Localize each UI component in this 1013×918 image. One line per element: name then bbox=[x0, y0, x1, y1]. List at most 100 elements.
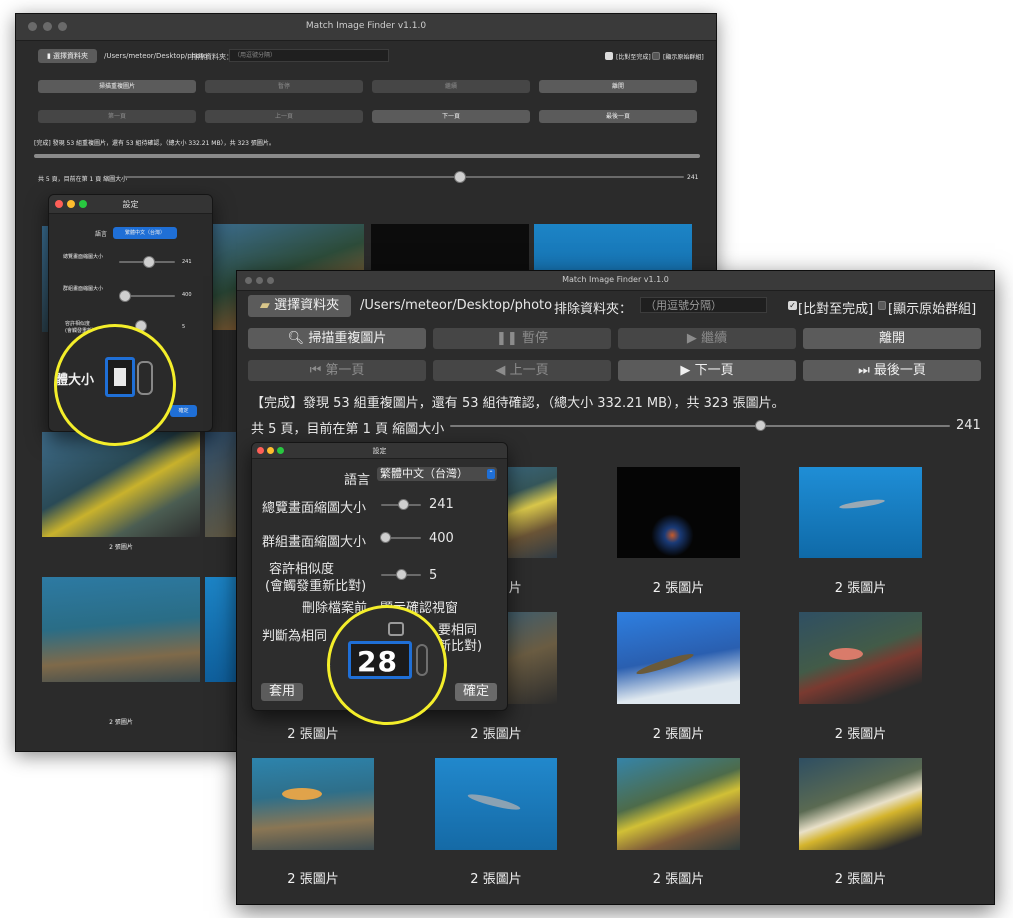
group-thumb-knob[interactable] bbox=[379, 532, 391, 543]
first-page-icon: ⏮ bbox=[309, 363, 322, 378]
show-original-groups-checkbox[interactable] bbox=[878, 301, 886, 310]
folder-icon: ▮ bbox=[46, 52, 51, 60]
back-font-size-label: 體大小 bbox=[55, 373, 95, 388]
leave-button[interactable]: 離開 bbox=[803, 328, 981, 349]
magnifier-icon: 🔍︎ bbox=[287, 331, 305, 346]
thumbnail-image[interactable] bbox=[617, 758, 740, 850]
back-tolerance-value: 5 bbox=[182, 324, 186, 330]
back-font-size-stepper[interactable] bbox=[137, 361, 153, 395]
thumbnail-image[interactable] bbox=[617, 612, 740, 704]
back-exclude-input[interactable]: （用逗號分隔） bbox=[229, 49, 389, 62]
back-prev-page-button[interactable]: 上一頁 bbox=[205, 110, 363, 123]
status-message: 【完成】發現 53 組重複圖片，還有 53 組待確認，（總大小 332.21 M… bbox=[251, 396, 785, 411]
overview-thumb-knob[interactable] bbox=[397, 499, 409, 510]
next-page-button[interactable]: ▶ 下一頁 bbox=[618, 360, 796, 381]
back-overview-knob[interactable] bbox=[143, 256, 155, 268]
back-last-page-button[interactable]: 最後一頁 bbox=[539, 110, 697, 123]
back-show-original-checkbox[interactable] bbox=[652, 52, 660, 60]
thumb-caption: 2 張圖片 bbox=[287, 727, 339, 742]
thumb-caption: 2 張圖片 bbox=[834, 872, 887, 887]
thumbnail-image[interactable] bbox=[799, 612, 922, 704]
delete-confirm-checkbox[interactable] bbox=[388, 622, 404, 636]
fish-shape bbox=[829, 648, 863, 660]
thumbnail-image[interactable] bbox=[252, 758, 374, 850]
back-thumb-size-knob[interactable] bbox=[454, 171, 466, 183]
back-zoom-highlight-circle: 體大小 bbox=[54, 324, 176, 446]
first-page-button[interactable]: ⏮ 第一頁 bbox=[248, 360, 426, 381]
scan-duplicates-button[interactable]: 🔍︎ 掃描重複圖片 bbox=[248, 328, 426, 349]
tolerance-knob[interactable] bbox=[395, 569, 407, 580]
font-size-value: 28 bbox=[357, 645, 398, 678]
apply-button[interactable]: 套用 bbox=[261, 683, 303, 701]
back-ok-button[interactable]: 確定 bbox=[170, 405, 197, 417]
same-rule-label: 判斷為相同 bbox=[262, 629, 328, 644]
select-folder-button[interactable]: ▰ 選擇資料夾 bbox=[248, 295, 351, 317]
thumbnail-image[interactable] bbox=[799, 758, 922, 850]
prev-page-button[interactable]: ◀ 上一頁 bbox=[433, 360, 611, 381]
back-select-folder-button[interactable]: ▮ 選擇資料夾 bbox=[38, 49, 97, 63]
thumbnail-image[interactable] bbox=[435, 758, 557, 850]
last-page-button[interactable]: ⏭ 最後一頁 bbox=[803, 360, 981, 381]
thumb-caption: 2 張圖片 bbox=[287, 872, 339, 887]
back-status-text: [完成] 發現 53 組重複圖片，還有 53 組待確認，（總大小 332.21 … bbox=[34, 140, 275, 147]
font-size-stepper[interactable] bbox=[416, 644, 428, 676]
ok-button[interactable]: 確定 bbox=[455, 683, 497, 701]
settings-title: 設定 bbox=[372, 447, 387, 455]
back-font-size-field[interactable] bbox=[105, 357, 135, 397]
front-window-title: Match Image Finder v1.1.0 bbox=[562, 275, 669, 284]
back-group-knob[interactable] bbox=[119, 290, 131, 302]
back-overview-thumb-label: 總覽畫面縮圖大小 bbox=[63, 254, 104, 260]
continue-button[interactable]: ▶ 繼續 bbox=[618, 328, 796, 349]
next-icon: ▶ bbox=[680, 363, 691, 378]
back-leave-button[interactable]: 離開 bbox=[539, 80, 697, 93]
pause-icon: ❚❚ bbox=[496, 331, 518, 346]
back-settings-title-bar: 設定 bbox=[49, 195, 212, 214]
back-thumbnail[interactable] bbox=[42, 432, 200, 537]
thumb-size-slider-knob[interactable] bbox=[754, 420, 766, 431]
exclude-input[interactable]: （用逗號分隔） bbox=[640, 297, 767, 313]
thumb-caption: 2 張圖片 bbox=[470, 872, 522, 887]
compare-to-end-checkbox[interactable]: ✓ bbox=[788, 301, 797, 310]
delete-confirm-zoomed bbox=[350, 616, 430, 642]
front-title-bar: Match Image Finder v1.1.0 bbox=[237, 271, 994, 291]
back-group-value: 400 bbox=[182, 292, 192, 298]
thumb-size-slider[interactable] bbox=[450, 425, 950, 427]
back-exclude-label: 排除資料夾： bbox=[191, 53, 233, 61]
play-icon: ▶ bbox=[686, 331, 697, 346]
back-next-page-button[interactable]: 下一頁 bbox=[372, 110, 530, 123]
group-thumb-value: 400 bbox=[429, 531, 454, 546]
back-thumbnail[interactable] bbox=[42, 577, 200, 682]
back-title-bar: Match Image Finder v1.1.0 bbox=[16, 14, 716, 41]
back-language-select[interactable]: 繁體中文（台灣） bbox=[113, 227, 177, 239]
thumb-caption: 2 張圖片 bbox=[834, 581, 887, 596]
back-thumb-size-slider[interactable] bbox=[124, 176, 684, 178]
back-compare-label: [比對至完成] bbox=[616, 54, 651, 61]
language-label: 語言 bbox=[344, 473, 371, 488]
folder-icon: ▰ bbox=[259, 298, 270, 313]
folder-path: /Users/meteor/Desktop/photo bbox=[360, 298, 553, 313]
back-overview-value: 241 bbox=[182, 259, 192, 265]
back-first-page-button[interactable]: 第一頁 bbox=[38, 110, 196, 123]
back-show-original-label: [顯示原始群組] bbox=[663, 54, 704, 61]
back-page-info: 共 5 頁，目前在第 1 頁 縮圖大小 bbox=[38, 176, 128, 183]
font-size-input[interactable]: 28 bbox=[348, 641, 412, 679]
fish-shape bbox=[282, 788, 322, 800]
back-progress-bar bbox=[34, 154, 700, 158]
thumb-size-value: 241 bbox=[956, 418, 981, 433]
thumbnail-image[interactable] bbox=[799, 467, 922, 558]
language-select[interactable]: 繁體中文（台灣） ⌃ bbox=[377, 467, 497, 481]
back-language-label: 語言 bbox=[95, 231, 108, 238]
back-settings-title: 設定 bbox=[122, 200, 139, 209]
back-compare-checkbox[interactable] bbox=[605, 52, 613, 60]
pause-button[interactable]: ❚❚ 暫停 bbox=[433, 328, 611, 349]
back-thumb-caption: 2 張圖片 bbox=[109, 719, 133, 726]
fish-shape bbox=[635, 650, 695, 678]
back-scan-button[interactable]: 掃描重複圖片 bbox=[38, 80, 196, 93]
back-font-size-cursor bbox=[114, 368, 126, 386]
back-pause-button[interactable]: 暫停 bbox=[205, 80, 363, 93]
back-continue-button[interactable]: 繼續 bbox=[372, 80, 530, 93]
thumb-caption: 2 張圖片 bbox=[652, 581, 705, 596]
back-window-title: Match Image Finder v1.1.0 bbox=[305, 21, 427, 31]
show-original-groups-label: [顯示原始群組] bbox=[888, 302, 977, 317]
thumbnail-image[interactable] bbox=[617, 467, 740, 558]
